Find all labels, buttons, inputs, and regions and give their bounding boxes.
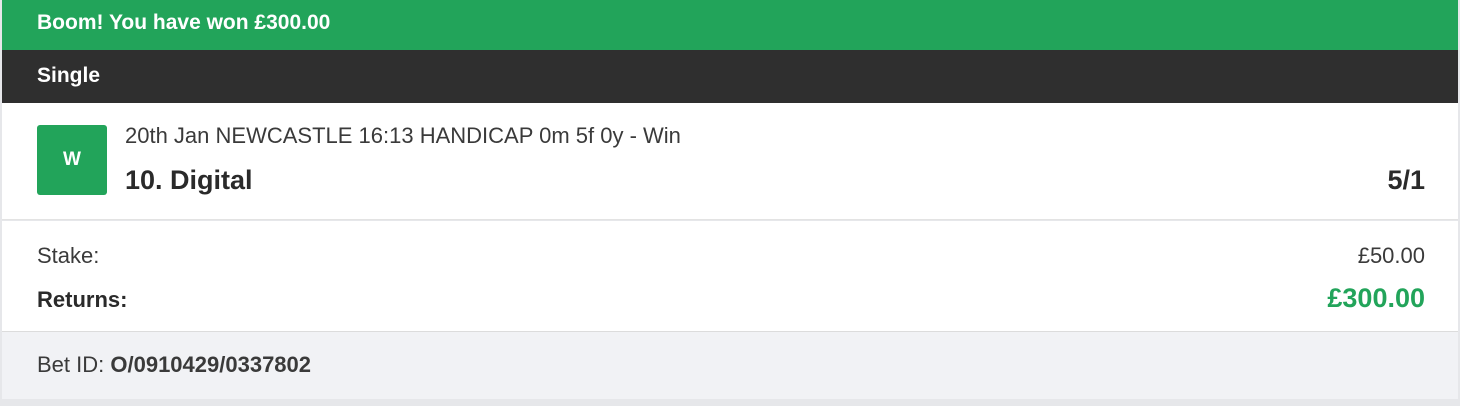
win-banner: Boom! You have won £300.00	[2, 0, 1458, 50]
market-description: 20th Jan NEWCASTLE 16:13 HANDICAP 0m 5f …	[125, 123, 681, 148]
bet-id-value: O/0910429/0337802	[110, 352, 312, 377]
bet-type-label: Single	[37, 64, 101, 87]
selection-odds: 5/1	[1387, 165, 1425, 195]
bet-type-header: Single	[2, 50, 1458, 103]
bet-id-footer: Bet ID: O/0910429/0337802	[2, 332, 1458, 399]
selection-name: 10. Digital	[125, 165, 253, 195]
win-result-badge: W	[37, 125, 107, 195]
stake-label: Stake:	[37, 243, 100, 268]
result-badge-letter: W	[63, 149, 81, 170]
bet-receipt-card: Boom! You have won £300.00 Single W 20th…	[0, 0, 1460, 406]
stake-value: £50.00	[1357, 243, 1425, 268]
selection-row: W 20th Jan NEWCASTLE 16:13 HANDICAP 0m 5…	[2, 103, 1458, 220]
returns-value: £300.00	[1327, 283, 1425, 313]
bet-id: Bet ID: O/0910429/0337802	[37, 352, 311, 378]
returns-label: Returns:	[37, 287, 128, 312]
bet-id-label: Bet ID:	[37, 352, 105, 377]
win-message: Boom! You have won £300.00	[37, 11, 331, 34]
bet-summary: Stake: £50.00 Returns: £300.00	[2, 221, 1458, 332]
